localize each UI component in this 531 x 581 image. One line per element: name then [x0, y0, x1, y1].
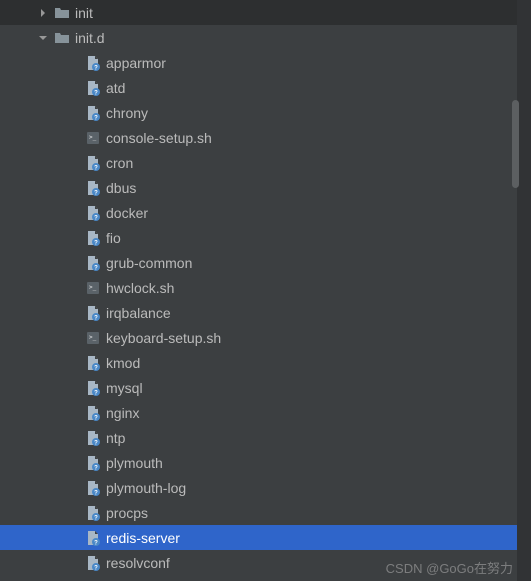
- tree-file-atd[interactable]: ? atd: [0, 75, 531, 100]
- file-script-icon: ?: [85, 555, 101, 571]
- tree-file-redis-server[interactable]: ? redis-server: [0, 525, 531, 550]
- file-script-icon: ?: [85, 230, 101, 246]
- panel-divider: [517, 0, 531, 581]
- tree-file-keyboard-setup-sh[interactable]: >_ keyboard-setup.sh: [0, 325, 531, 350]
- file-script-icon: ?: [85, 155, 101, 171]
- file-script-icon: ?: [85, 505, 101, 521]
- tree-file-procps[interactable]: ? procps: [0, 500, 531, 525]
- tree-file-irqbalance[interactable]: ? irqbalance: [0, 300, 531, 325]
- file-script-icon: ?: [85, 305, 101, 321]
- svg-text:?: ?: [94, 190, 98, 196]
- file-label: keyboard-setup.sh: [106, 330, 221, 346]
- file-label: grub-common: [106, 255, 192, 271]
- tree-folder-init.d[interactable]: init.d: [0, 25, 531, 50]
- file-label: kmod: [106, 355, 140, 371]
- shell-script-icon: >_: [85, 130, 101, 146]
- file-label: irqbalance: [106, 305, 171, 321]
- file-label: ntp: [106, 430, 125, 446]
- chevron-right-icon[interactable]: [35, 5, 51, 21]
- file-label: docker: [106, 205, 148, 221]
- file-script-icon: ?: [85, 430, 101, 446]
- svg-text:>_: >_: [89, 284, 97, 291]
- file-label: atd: [106, 80, 125, 96]
- svg-text:?: ?: [94, 90, 98, 96]
- file-tree: init init.d ? apparmor? atd? chrony >_ console…: [0, 0, 531, 581]
- tree-file-hwclock-sh[interactable]: >_ hwclock.sh: [0, 275, 531, 300]
- file-script-icon: ?: [85, 405, 101, 421]
- file-label: nginx: [106, 405, 139, 421]
- svg-text:?: ?: [94, 240, 98, 246]
- file-script-icon: ?: [85, 180, 101, 196]
- svg-text:?: ?: [94, 115, 98, 121]
- scrollbar-thumb[interactable]: [512, 100, 519, 188]
- svg-text:>_: >_: [89, 134, 97, 141]
- folder-label: init.d: [75, 30, 105, 46]
- tree-file-mysql[interactable]: ? mysql: [0, 375, 531, 400]
- file-script-icon: ?: [85, 80, 101, 96]
- tree-file-apparmor[interactable]: ? apparmor: [0, 50, 531, 75]
- file-script-icon: ?: [85, 105, 101, 121]
- file-label: procps: [106, 505, 148, 521]
- svg-text:?: ?: [94, 265, 98, 271]
- file-label: dbus: [106, 180, 136, 196]
- tree-file-grub-common[interactable]: ? grub-common: [0, 250, 531, 275]
- file-label: mysql: [106, 380, 143, 396]
- folder-icon: [54, 5, 70, 21]
- svg-text:?: ?: [94, 165, 98, 171]
- tree-file-chrony[interactable]: ? chrony: [0, 100, 531, 125]
- svg-text:?: ?: [94, 465, 98, 471]
- svg-text:?: ?: [94, 490, 98, 496]
- tree-file-docker[interactable]: ? docker: [0, 200, 531, 225]
- svg-text:?: ?: [94, 565, 98, 571]
- tree-file-fio[interactable]: ? fio: [0, 225, 531, 250]
- file-label: plymouth: [106, 455, 163, 471]
- file-script-icon: ?: [85, 480, 101, 496]
- tree-folder-init[interactable]: init: [0, 0, 531, 25]
- file-script-icon: ?: [85, 205, 101, 221]
- file-label: plymouth-log: [106, 480, 186, 496]
- svg-text:?: ?: [94, 215, 98, 221]
- tree-file-nginx[interactable]: ? nginx: [0, 400, 531, 425]
- file-script-icon: ?: [85, 455, 101, 471]
- folder-icon: [54, 30, 70, 46]
- file-label: chrony: [106, 105, 148, 121]
- svg-text:?: ?: [94, 440, 98, 446]
- tree-file-cron[interactable]: ? cron: [0, 150, 531, 175]
- file-script-icon: ?: [85, 255, 101, 271]
- tree-file-plymouth[interactable]: ? plymouth: [0, 450, 531, 475]
- file-script-icon: ?: [85, 355, 101, 371]
- svg-text:?: ?: [94, 390, 98, 396]
- file-label: hwclock.sh: [106, 280, 174, 296]
- svg-text:?: ?: [94, 65, 98, 71]
- file-label: fio: [106, 230, 121, 246]
- svg-text:?: ?: [94, 415, 98, 421]
- svg-text:?: ?: [94, 515, 98, 521]
- file-script-icon: ?: [85, 55, 101, 71]
- tree-file-plymouth-log[interactable]: ? plymouth-log: [0, 475, 531, 500]
- file-label: console-setup.sh: [106, 130, 212, 146]
- file-script-icon: ?: [85, 380, 101, 396]
- file-label: cron: [106, 155, 133, 171]
- scrollbar[interactable]: [505, 0, 519, 581]
- svg-text:?: ?: [94, 365, 98, 371]
- tree-file-dbus[interactable]: ? dbus: [0, 175, 531, 200]
- file-label: redis-server: [106, 530, 180, 546]
- file-label: resolvconf: [106, 555, 170, 571]
- tree-file-console-setup-sh[interactable]: >_ console-setup.sh: [0, 125, 531, 150]
- svg-text:?: ?: [94, 540, 98, 546]
- tree-file-ntp[interactable]: ? ntp: [0, 425, 531, 450]
- svg-text:>_: >_: [89, 334, 97, 341]
- file-label: apparmor: [106, 55, 166, 71]
- svg-text:?: ?: [94, 315, 98, 321]
- shell-script-icon: >_: [85, 280, 101, 296]
- folder-label: init: [75, 5, 93, 21]
- tree-file-kmod[interactable]: ? kmod: [0, 350, 531, 375]
- chevron-down-icon[interactable]: [35, 30, 51, 46]
- file-script-icon: ?: [85, 530, 101, 546]
- watermark: CSDN @GoGo在努力: [386, 558, 513, 577]
- shell-script-icon: >_: [85, 330, 101, 346]
